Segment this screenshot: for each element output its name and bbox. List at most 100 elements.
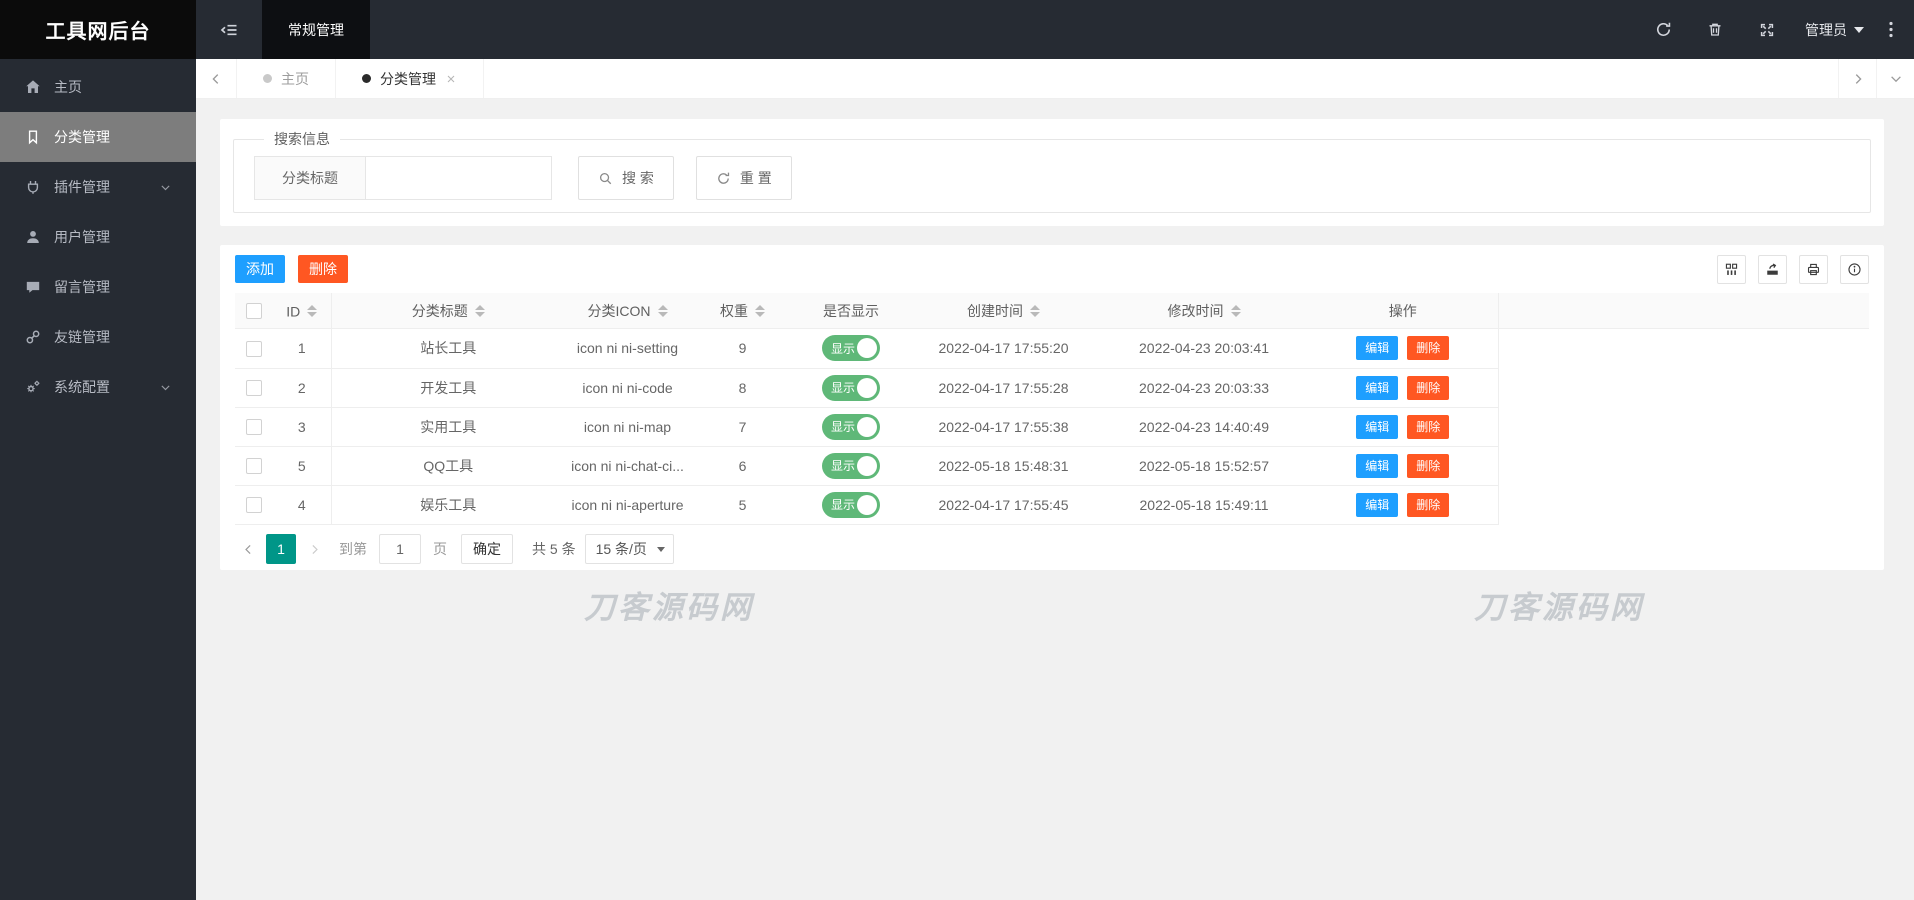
bookmark-icon xyxy=(24,129,41,145)
search-button[interactable]: 搜 索 xyxy=(578,156,674,200)
edit-button[interactable]: 编辑 xyxy=(1356,336,1399,361)
sidebar-item-users[interactable]: 用户管理 xyxy=(0,212,196,262)
clear-cache-button[interactable] xyxy=(1689,0,1741,59)
sort-icon[interactable] xyxy=(474,304,485,317)
delete-button[interactable]: 删除 xyxy=(1407,336,1450,361)
search-icon xyxy=(598,171,613,186)
edit-button[interactable]: 编辑 xyxy=(1356,453,1399,478)
edit-button[interactable]: 编辑 xyxy=(1356,414,1399,439)
table-row: 4 娱乐工具 icon ni ni-aperture 5 显示 2022-04-… xyxy=(235,485,1499,525)
link-icon xyxy=(24,329,41,345)
tabs-menu-button[interactable] xyxy=(1876,59,1914,98)
sidebar-item-label: 留言管理 xyxy=(54,279,110,295)
sort-icon[interactable] xyxy=(307,305,318,318)
reset-button[interactable]: 重 置 xyxy=(695,156,792,200)
column-icon[interactable]: 分类ICON xyxy=(565,293,690,328)
visible-toggle[interactable]: 显示 xyxy=(822,491,880,518)
select-all-checkbox[interactable] xyxy=(246,303,262,320)
goto-confirm-button[interactable]: 确定 xyxy=(461,534,513,564)
print-button[interactable] xyxy=(1799,254,1828,284)
column-created[interactable]: 创建时间 xyxy=(907,293,1100,328)
cell-icon: icon ni ni-aperture xyxy=(565,485,690,525)
edit-button[interactable]: 编辑 xyxy=(1356,492,1399,517)
sort-icon[interactable] xyxy=(1230,304,1241,317)
info-icon xyxy=(1847,262,1862,277)
more-menu-button[interactable] xyxy=(1876,0,1906,59)
sidebar-item-system-config[interactable]: 系统配置 xyxy=(0,362,196,412)
tab-home-label: 主页 xyxy=(281,70,309,87)
plugin-icon xyxy=(24,179,41,195)
batch-delete-button[interactable]: 删除 xyxy=(298,255,348,283)
cell-modified: 2022-04-23 20:03:33 xyxy=(1100,368,1308,408)
sidebar-item-label: 分类管理 xyxy=(54,129,110,145)
tab-home[interactable]: 主页 xyxy=(237,59,336,98)
row-checkbox[interactable] xyxy=(246,380,262,397)
tabs-scroll-right-button[interactable] xyxy=(1838,59,1876,98)
cell-created: 2022-05-18 15:48:31 xyxy=(907,446,1100,486)
delete-button[interactable]: 删除 xyxy=(1407,453,1450,478)
filter-columns-button[interactable] xyxy=(1717,254,1746,284)
category-title-input[interactable] xyxy=(366,156,552,200)
fullscreen-button[interactable] xyxy=(1741,0,1793,59)
tab-category-label: 分类管理 xyxy=(380,70,436,87)
row-checkbox[interactable] xyxy=(246,340,262,357)
delete-button[interactable]: 删除 xyxy=(1407,492,1450,517)
tabs-scroll-left-button[interactable] xyxy=(196,59,237,98)
tab-close-icon[interactable] xyxy=(445,73,457,85)
current-page[interactable]: 1 xyxy=(266,534,296,564)
visible-toggle[interactable]: 显示 xyxy=(822,413,880,440)
row-checkbox[interactable] xyxy=(246,497,262,514)
admin-dropdown[interactable]: 管理员 xyxy=(1793,0,1876,59)
sidebar-item-label: 主页 xyxy=(54,79,82,95)
sidebar-item-category[interactable]: 分类管理 xyxy=(0,112,196,162)
hamburger-indent-icon xyxy=(220,22,238,38)
page-size-value: 15 条/页 xyxy=(595,541,647,557)
row-checkbox[interactable] xyxy=(246,458,262,475)
refresh-button[interactable] xyxy=(1637,0,1689,59)
cell-icon: icon ni ni-chat-ci... xyxy=(565,446,690,486)
goto-page-input[interactable] xyxy=(379,534,421,564)
edit-button[interactable]: 编辑 xyxy=(1356,375,1399,400)
search-legend: 搜索信息 xyxy=(274,131,330,147)
add-button[interactable]: 添加 xyxy=(235,255,285,283)
column-modified[interactable]: 修改时间 xyxy=(1100,293,1308,328)
column-id[interactable]: ID xyxy=(273,293,332,328)
cell-icon: icon ni ni-code xyxy=(565,368,690,408)
delete-button[interactable]: 删除 xyxy=(1407,414,1450,439)
sidebar-item-messages[interactable]: 留言管理 xyxy=(0,262,196,312)
visible-toggle[interactable]: 显示 xyxy=(822,374,880,401)
sort-icon[interactable] xyxy=(1030,304,1040,317)
tab-dot-icon xyxy=(362,74,371,83)
prev-page-button[interactable] xyxy=(235,534,261,564)
visible-toggle[interactable]: 显示 xyxy=(822,335,880,362)
sidebar-item-label: 插件管理 xyxy=(54,179,110,195)
search-panel: 搜索信息 分类标题 搜 索 重 置 xyxy=(220,119,1884,226)
top-nav-tab-label: 常规管理 xyxy=(288,21,344,38)
page-tab-bar: 主页 分类管理 xyxy=(196,59,1914,99)
watermark-text: 刀客源码网 xyxy=(584,590,754,625)
sort-icon[interactable] xyxy=(755,304,765,317)
column-weight[interactable]: 权重 xyxy=(690,293,795,328)
delete-button[interactable]: 删除 xyxy=(1407,375,1450,400)
sort-icon[interactable] xyxy=(657,304,668,317)
column-title[interactable]: 分类标题 xyxy=(331,293,565,328)
table-row: 3 实用工具 icon ni ni-map 7 显示 2022-04-17 17… xyxy=(235,407,1499,447)
export-button[interactable] xyxy=(1758,254,1787,284)
top-nav-tab-general[interactable]: 常规管理 xyxy=(262,0,370,59)
page-size-select[interactable]: 15 条/页 xyxy=(584,534,674,564)
next-page-button[interactable] xyxy=(301,534,327,564)
table-row: 5 QQ工具 icon ni ni-chat-ci... 6 显示 2022-0… xyxy=(235,446,1499,486)
table-row: 1 站长工具 icon ni ni-setting 9 显示 2022-04-1… xyxy=(235,329,1499,369)
sidebar-item-home[interactable]: 主页 xyxy=(0,62,196,112)
sidebar-item-plugins[interactable]: 插件管理 xyxy=(0,162,196,212)
sidebar-collapse-button[interactable] xyxy=(196,0,262,59)
visible-toggle[interactable]: 显示 xyxy=(822,452,880,479)
user-icon xyxy=(24,229,41,245)
tab-category-management[interactable]: 分类管理 xyxy=(336,59,484,98)
row-checkbox[interactable] xyxy=(246,419,262,436)
cell-weight: 9 xyxy=(690,329,795,369)
sidebar-item-label: 系统配置 xyxy=(54,379,110,395)
sidebar-item-links[interactable]: 友链管理 xyxy=(0,312,196,362)
info-button[interactable] xyxy=(1840,254,1869,284)
cell-created: 2022-04-17 17:55:45 xyxy=(907,485,1100,525)
